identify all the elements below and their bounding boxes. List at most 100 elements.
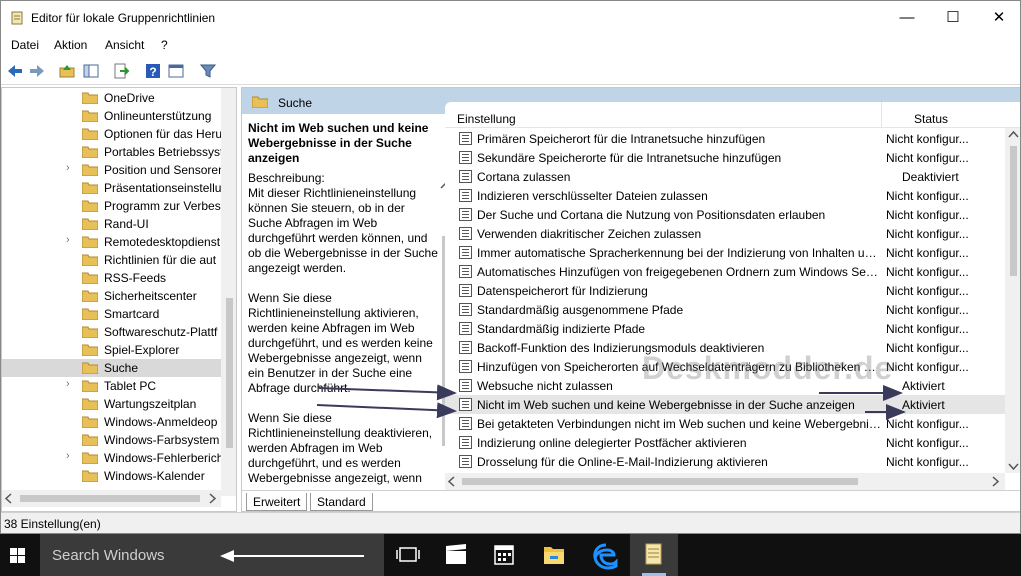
tree-item[interactable]: Smartcard [2,305,222,323]
policy-setting-icon [459,189,472,202]
tree-horizontal-scrollbar[interactable] [2,490,221,507]
expand-chevron-icon[interactable]: › [66,450,76,466]
tree-item-label: Optionen für das Heru [104,127,222,141]
tree-item-label: Windows-Farbsystem [104,433,220,447]
show-hide-tree-icon[interactable] [82,62,100,80]
file-explorer-icon[interactable] [530,534,578,576]
watermark: Deskmodder.de [642,350,894,386]
tree-item[interactable]: Softwareschutz-Plattf [2,323,222,341]
policy-row[interactable]: Indizieren verschlüsselter Dateien zulas… [445,186,1005,205]
policy-row[interactable]: Standardmäßig ausgenommene Pfade Nicht ko… [445,300,1005,319]
media-icon[interactable] [432,534,480,576]
tree-item[interactable]: Windows-Kalender [2,467,222,485]
forward-arrow-icon[interactable] [28,62,46,80]
properties-icon[interactable] [167,62,185,80]
policy-row[interactable]: Datenspeicherort für Indizierung Nicht ko… [445,281,1005,300]
tree-item[interactable]: Präsentationseinstellu [2,179,222,197]
policy-row[interactable]: Immer automatische Spracherkennung bei d… [445,243,1005,262]
column-setting[interactable]: Einstellung [457,112,516,126]
taskbar-search-box[interactable]: Search Windows [40,534,384,576]
folder-icon [82,362,98,374]
help-icon[interactable]: ? [144,62,162,80]
tree-item[interactable]: Programm zur Verbess [2,197,222,215]
tree-item[interactable]: Sicherheitscenter [2,287,222,305]
tree-item[interactable]: Windows-Anmeldeop [2,413,222,431]
menu-datei[interactable]: Datei [11,38,39,52]
tree-item[interactable]: Portables Betriebssyst [2,143,222,161]
policy-row[interactable]: Drosselung für die Online-E-Mail-Indizie… [445,452,1005,471]
windows-start-icon[interactable] [0,534,40,576]
policy-name: Indizierung online delegierter Postfäche… [477,436,747,450]
tree-item-label: RSS-Feeds [104,271,167,285]
policy-name: Indizieren verschlüsselter Dateien zulas… [477,189,708,203]
tree-item[interactable]: Richtlinien für die aut [2,251,222,269]
folder-icon [82,254,98,266]
folder-icon [82,434,98,446]
tree-item[interactable]: Spiel-Explorer [2,341,222,359]
tree-item[interactable]: › Tablet PC [2,377,222,395]
tree-item[interactable]: RSS-Feeds [2,269,222,287]
tree-item-label: Windows-Anmeldeop [104,415,218,429]
tree-item-label: Onlineunterstützung [104,109,212,123]
tree-item[interactable]: › Remotedesktopdienst [2,233,222,251]
tree-item[interactable]: › Windows-Fehlerberich [2,449,222,467]
policy-status: Nicht konfigur... [886,322,969,336]
calendar-icon[interactable] [480,534,528,576]
policy-name: Standardmäßig indizierte Pfade [477,322,646,336]
column-status[interactable]: Status [914,112,948,126]
tab-standard[interactable]: Standard [310,493,373,511]
list-vertical-scrollbar[interactable] [1005,128,1021,473]
export-list-icon[interactable] [112,62,130,80]
up-folder-icon[interactable] [58,62,76,80]
menu-ansicht[interactable]: Ansicht [105,38,144,52]
column-separator[interactable] [881,102,882,128]
folder-icon [82,200,98,212]
policy-row[interactable]: Cortana zulassen Deaktiviert [445,167,1005,186]
tree-item[interactable]: Windows-Farbsystem [2,431,222,449]
policy-row[interactable]: Standardmäßig indizierte Pfade Nicht konf… [445,319,1005,338]
policy-setting-icon [459,170,472,183]
policy-row[interactable]: Primären Speicherort für die Intranetsuc… [445,129,1005,148]
back-arrow-icon[interactable] [6,62,24,80]
policy-row[interactable]: Verwenden diakritischer Zeichen zulassen… [445,224,1005,243]
list-horizontal-scrollbar[interactable] [445,473,1005,490]
folder-icon [82,344,98,356]
policy-row[interactable]: Sekundäre Speicherorte für die Intranets… [445,148,1005,167]
policy-name: Sekundäre Speicherorte für die Intranets… [477,151,782,165]
folder-icon [82,416,98,428]
policy-row[interactable]: Automatisches Hinzufügen von freigegeben… [445,262,1005,281]
folder-icon [82,452,98,464]
policy-editor-icon [11,11,23,25]
edge-icon[interactable] [582,534,630,576]
policy-row[interactable]: Nicht im Web suchen und keine Webergebni… [445,395,1005,414]
menu-help[interactable]: ? [161,38,168,52]
tree-item[interactable]: Wartungszeitplan [2,395,222,413]
folder-icon [82,128,98,140]
policy-status: Nicht konfigur... [886,227,969,241]
policy-row[interactable]: Bei getakteten Verbindungen nicht im Web… [445,414,1005,433]
policy-name: Bei getakteten Verbindungen nicht im Web… [477,417,881,431]
expand-chevron-icon[interactable]: › [66,234,76,250]
tree-item[interactable]: Suche [2,359,222,377]
maximize-button[interactable]: ☐ [930,1,976,34]
tree-item[interactable]: › Position und Sensoren [2,161,222,179]
close-button[interactable]: ✕ [976,1,1020,34]
policy-name: Der Suche und Cortana die Nutzung von Po… [477,208,826,222]
filter-icon[interactable] [199,62,217,80]
tab-erweitert[interactable]: Erweitert [246,493,308,511]
menu-aktion[interactable]: Aktion [54,38,87,52]
title-bar: Editor für lokale Gruppenrichtlinien — ☐… [1,1,1020,34]
task-view-icon[interactable] [384,534,432,576]
policy-row[interactable]: Indizierung online delegierter Postfäche… [445,433,1005,452]
tree-item[interactable]: Rand-UI [2,215,222,233]
status-text: 38 Einstellung(en) [4,517,101,531]
tree-item[interactable]: Optionen für das Heru [2,125,222,143]
tree-vertical-scrollbar[interactable] [221,88,237,496]
expand-chevron-icon[interactable]: › [66,162,76,178]
tree-item[interactable]: OneDrive [2,89,222,107]
tree-item[interactable]: Onlineunterstützung [2,107,222,125]
minimize-button[interactable]: — [884,1,930,34]
policy-row[interactable]: Der Suche und Cortana die Nutzung von Po… [445,205,1005,224]
active-app-tile[interactable] [630,534,678,576]
expand-chevron-icon[interactable]: › [66,378,76,394]
